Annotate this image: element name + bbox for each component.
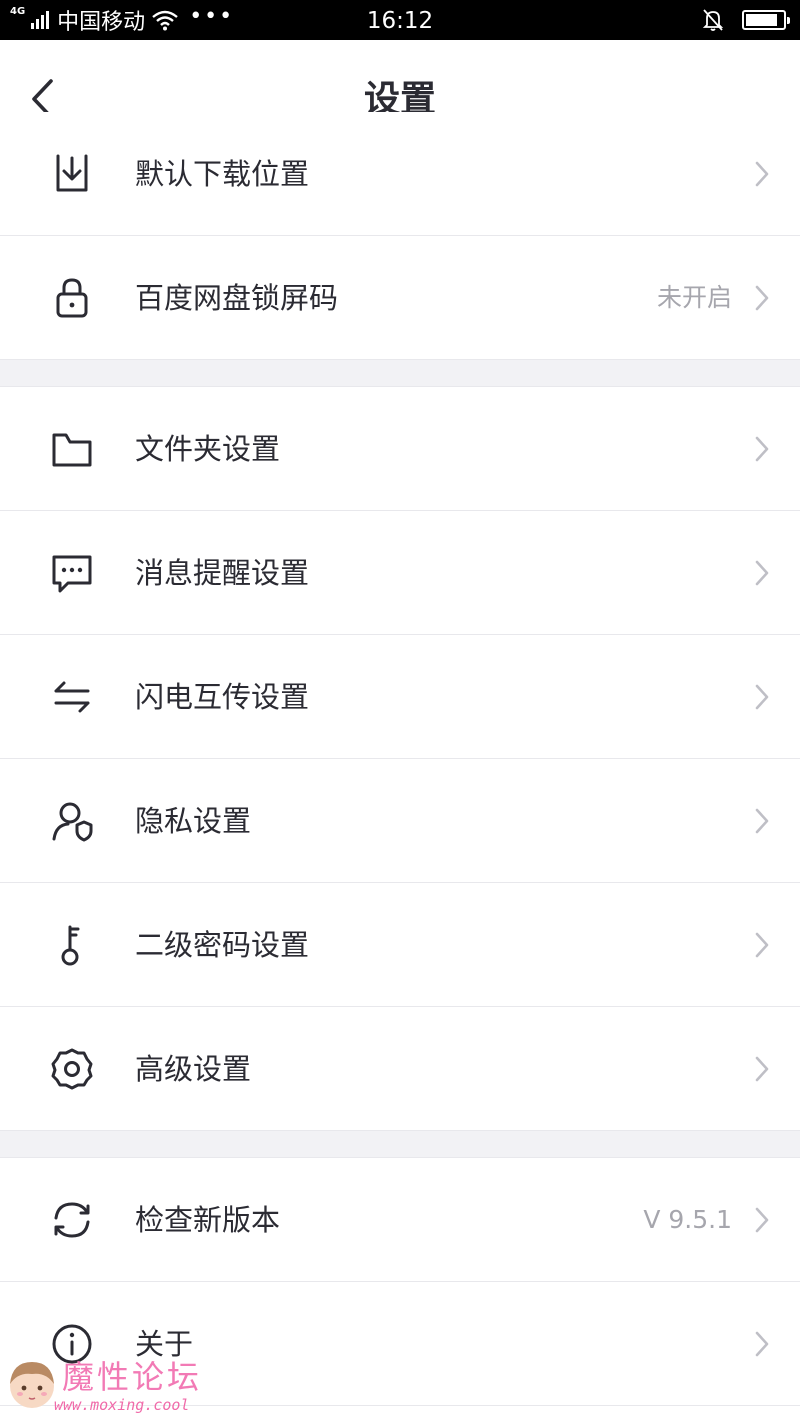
privacy-icon xyxy=(50,799,94,843)
status-bar: 4G 中国移动 ••• 16:12 xyxy=(0,0,800,40)
status-right xyxy=(702,0,790,40)
transfer-icon xyxy=(50,675,94,719)
bell-muted-icon xyxy=(702,9,724,31)
row-advanced-settings[interactable]: 高级设置 xyxy=(0,1007,800,1131)
row-value: V 9.5.1 xyxy=(643,1205,732,1234)
row-label: 百度网盘锁屏码 xyxy=(135,281,339,315)
status-time: 16:12 xyxy=(366,8,434,34)
battery-level xyxy=(746,14,777,26)
watermark: 魔性论坛 www.moxing.cool xyxy=(6,1356,216,1416)
row-label: 二级密码设置 xyxy=(135,928,310,962)
key-icon xyxy=(50,923,94,967)
section-gap xyxy=(0,1131,800,1158)
row-secondary-password[interactable]: 二级密码设置 xyxy=(0,883,800,1007)
battery-icon xyxy=(742,10,790,30)
row-folder-settings[interactable]: 文件夹设置 xyxy=(0,387,800,511)
chevron-right-icon xyxy=(754,1205,770,1235)
download-icon xyxy=(50,152,94,196)
chevron-right-icon xyxy=(754,159,770,189)
section-gap xyxy=(0,360,800,387)
chevron-right-icon xyxy=(754,682,770,712)
folder-icon xyxy=(50,427,94,471)
row-value: 未开启 xyxy=(656,283,732,312)
watermark-title: 魔性论坛 xyxy=(62,1358,203,1396)
row-label: 文件夹设置 xyxy=(135,432,281,466)
chevron-right-icon xyxy=(754,1054,770,1084)
settings-list: 默认下载位置 百度网盘锁屏码 未开启文件夹设置消息提醒设置 闪电互传设置 隐私设置二级密… xyxy=(0,112,800,1406)
watermark-avatar-icon xyxy=(10,1362,54,1408)
row-label: 闪电互传设置 xyxy=(135,680,310,714)
row-privacy-settings[interactable]: 隐私设置 xyxy=(0,759,800,883)
chevron-right-icon xyxy=(754,806,770,836)
row-check-update[interactable]: 检查新版本 V 9.5.1 xyxy=(0,1158,800,1282)
row-label: 检查新版本 xyxy=(135,1203,281,1237)
row-lock-screen-code[interactable]: 百度网盘锁屏码 未开启 xyxy=(0,236,800,360)
row-message-settings[interactable]: 消息提醒设置 xyxy=(0,511,800,635)
chevron-right-icon xyxy=(754,1329,770,1359)
chevron-right-icon xyxy=(754,558,770,588)
lock-icon xyxy=(50,276,94,320)
row-label: 默认下载位置 xyxy=(135,157,310,191)
chevron-right-icon xyxy=(754,283,770,313)
row-default-download-location[interactable]: 默认下载位置 xyxy=(0,112,800,236)
gear-icon xyxy=(50,1047,94,1091)
row-transfer-settings[interactable]: 闪电互传设置 xyxy=(0,635,800,759)
refresh-icon xyxy=(50,1198,94,1242)
watermark-url: www.moxing.cool xyxy=(54,1396,190,1414)
chevron-right-icon xyxy=(754,930,770,960)
row-label: 高级设置 xyxy=(135,1052,252,1086)
row-label: 消息提醒设置 xyxy=(135,556,310,590)
row-label: 隐私设置 xyxy=(135,804,252,838)
message-icon xyxy=(50,551,94,595)
chevron-right-icon xyxy=(754,434,770,464)
